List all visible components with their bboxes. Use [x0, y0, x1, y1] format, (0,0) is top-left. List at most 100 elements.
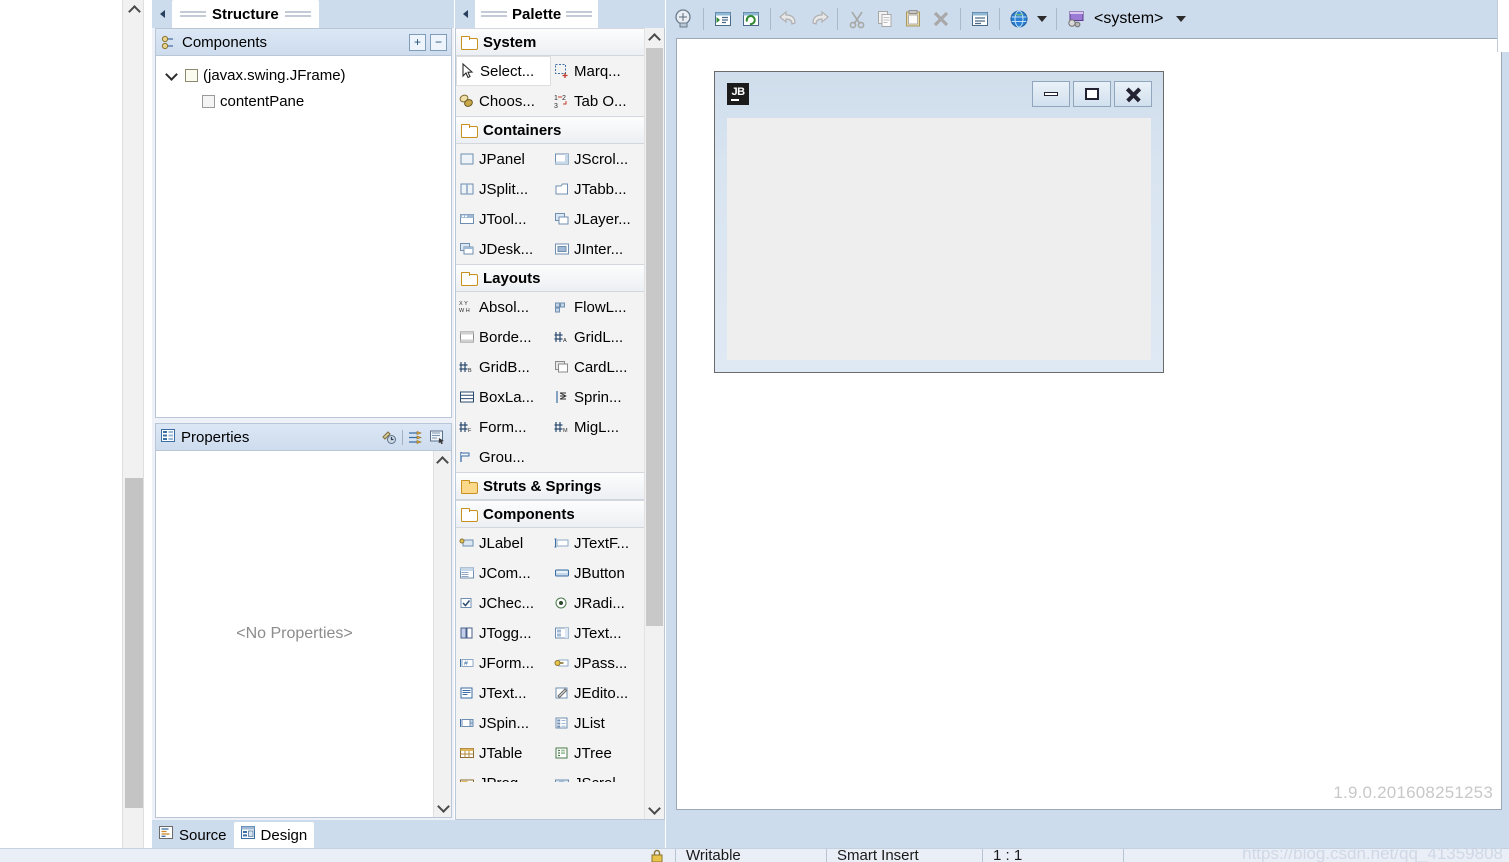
close-icon[interactable] [1114, 81, 1152, 107]
palette-item-jtabbedpane[interactable]: JTabb... [551, 174, 646, 204]
palette-item-jprogressbar[interactable]: JProg... [456, 768, 551, 782]
palette-item-jspinner[interactable]: JSpin... [456, 708, 551, 738]
show-advanced-properties-icon[interactable] [380, 429, 398, 445]
look-and-feel-icon[interactable] [1062, 5, 1090, 33]
delete-button[interactable] [927, 5, 955, 33]
palette-category-layouts[interactable]: Layouts [456, 264, 646, 292]
palette-item-jtable[interactable]: JTable [456, 738, 551, 768]
scrollbar-thumb[interactable] [125, 478, 143, 808]
tab-palette[interactable]: Palette [475, 0, 599, 28]
status-lock-icon [640, 849, 675, 862]
palette-item-jscrollbar[interactable]: JScrol... [551, 768, 646, 782]
palette-item-jlabel[interactable]: JLabel [456, 528, 551, 558]
palette-item-choose-component[interactable]: Choos... [456, 86, 551, 116]
palette-item-jinternalframe[interactable]: JInter... [551, 234, 646, 264]
palette-category-containers[interactable]: Containers [456, 116, 646, 144]
palette-item-flowlayout[interactable]: FlowL... [551, 292, 646, 322]
jtogglebutton-icon [459, 625, 476, 641]
design-canvas[interactable]: JB 1.9.0.201608251253 [676, 38, 1502, 810]
palette-item-jtextarea[interactable]: JText... [551, 618, 646, 648]
palette-item-grouplayout[interactable]: Grou... [456, 442, 551, 472]
test-window-button[interactable] [670, 5, 698, 33]
palette-item-jsplitpane[interactable]: JSplit... [456, 174, 551, 204]
tree-item-jframe[interactable]: (javax.swing.JFrame) [156, 62, 451, 88]
tab-design[interactable]: Design [233, 822, 315, 848]
expand-all-icon[interactable]: + [409, 33, 426, 51]
properties-scrollbar[interactable] [433, 451, 451, 817]
palette-item-absolutelayout[interactable]: X YW H Absol... [456, 292, 551, 322]
copy-button[interactable] [871, 5, 899, 33]
palette-item-jtree[interactable]: JTree [551, 738, 646, 768]
tab-structure[interactable]: Structure [172, 0, 319, 28]
jframe-preview[interactable]: JB [714, 71, 1164, 373]
palette-item-gridlayout[interactable]: A GridL... [551, 322, 646, 352]
palette-item-jbutton[interactable]: JButton [551, 558, 646, 588]
maximize-icon[interactable] [1073, 81, 1111, 107]
look-and-feel-dropdown-arrow[interactable] [1169, 5, 1193, 33]
tab-grip-icon [180, 11, 206, 17]
scroll-down-icon[interactable] [434, 797, 452, 817]
palette-item-gridbaglayout[interactable]: B GridB... [456, 352, 551, 382]
locale-button[interactable] [1005, 5, 1033, 33]
palette-category-struts-springs[interactable]: Struts & Springs [456, 472, 646, 500]
show-events-icon[interactable] [429, 429, 447, 445]
palette-item-label: JRadi... [574, 594, 625, 612]
palette-item-jpanel[interactable]: JPanel [456, 144, 551, 174]
scrollbar-thumb[interactable] [646, 48, 663, 626]
palette-item-jeditorpane[interactable]: JEdito... [551, 678, 646, 708]
palette-item-borderlayout[interactable]: Borde... [456, 322, 551, 352]
collapse-all-icon[interactable]: − [430, 33, 447, 51]
palette-item-jtextfield[interactable]: JTextF... [551, 528, 646, 558]
palette-category-system[interactable]: System [456, 28, 646, 56]
open-source-button[interactable] [709, 5, 737, 33]
workbench-vertical-scrollbar[interactable] [122, 0, 144, 862]
palette-item-jtogglebutton[interactable]: JTogg... [456, 618, 551, 648]
redo-button[interactable] [804, 5, 832, 33]
palette-item-marquee[interactable]: Marq... [551, 56, 646, 86]
palette-item-jdesktoppane[interactable]: JDesk... [456, 234, 551, 264]
palette-item-tab-order[interactable]: 1 2 3 Tab O... [551, 86, 646, 116]
palette-item-cardlayout[interactable]: CardL... [551, 352, 646, 382]
arrow-left-icon[interactable] [152, 0, 172, 28]
scroll-up-icon[interactable] [645, 28, 664, 48]
palette-item-jtextpane[interactable]: JText... [456, 678, 551, 708]
minimize-icon[interactable] [1032, 81, 1070, 107]
palette-item-jcheckbox[interactable]: JChec... [456, 588, 551, 618]
palette-item-jcombobox[interactable]: JCom... [456, 558, 551, 588]
paste-button[interactable] [899, 5, 927, 33]
tab-source[interactable]: Source [152, 822, 234, 848]
scroll-up-icon[interactable] [434, 451, 451, 471]
palette-scrollbar[interactable] [644, 28, 664, 819]
palette-item-miglayout[interactable]: M MigL... [551, 412, 646, 442]
tree-item-contentpane[interactable]: contentPane [156, 88, 451, 114]
palette-item-jradiobutton[interactable]: JRadi... [551, 588, 646, 618]
refresh-button[interactable] [737, 5, 765, 33]
scroll-down-icon[interactable] [645, 799, 664, 819]
palette-item-boxlayout[interactable]: BoxLa... [456, 382, 551, 412]
jcheckbox-icon [459, 595, 476, 611]
palette-item-label: JTree [574, 744, 612, 762]
cut-button[interactable] [843, 5, 871, 33]
restore-default-value-icon[interactable] [407, 429, 425, 445]
palette-item-label: Marq... [574, 62, 621, 80]
palette-item-label: JTable [479, 744, 523, 762]
palette-item-jtoolbar[interactable]: JTool... [456, 204, 551, 234]
locale-dropdown-arrow[interactable] [1033, 5, 1051, 33]
palette-item-label: JTextF... [574, 534, 630, 552]
palette-item-jpasswordfield[interactable]: JPass... [551, 648, 646, 678]
palette-item-springlayout[interactable]: Sprin... [551, 382, 646, 412]
palette-item-jlayeredpane[interactable]: JLayer... [551, 204, 646, 234]
status-cursor-position: 1 : 1 [993, 848, 1023, 862]
chevron-down-icon[interactable] [166, 70, 180, 81]
palette-item-jscrollpane[interactable]: JScrol... [551, 144, 646, 174]
arrow-left-icon[interactable] [455, 0, 475, 28]
palette-item-jlist[interactable]: JList [551, 708, 646, 738]
undo-button[interactable] [776, 5, 804, 33]
scroll-up-icon[interactable] [123, 0, 145, 20]
palette-item-jformattedtextfield[interactable]: # JForm... [456, 648, 551, 678]
content-pane-preview[interactable] [727, 118, 1151, 360]
properties-button[interactable] [966, 5, 994, 33]
palette-item-formlayout[interactable]: F Form... [456, 412, 551, 442]
palette-category-components[interactable]: Components [456, 500, 646, 528]
palette-item-select[interactable]: Select... [456, 56, 551, 86]
